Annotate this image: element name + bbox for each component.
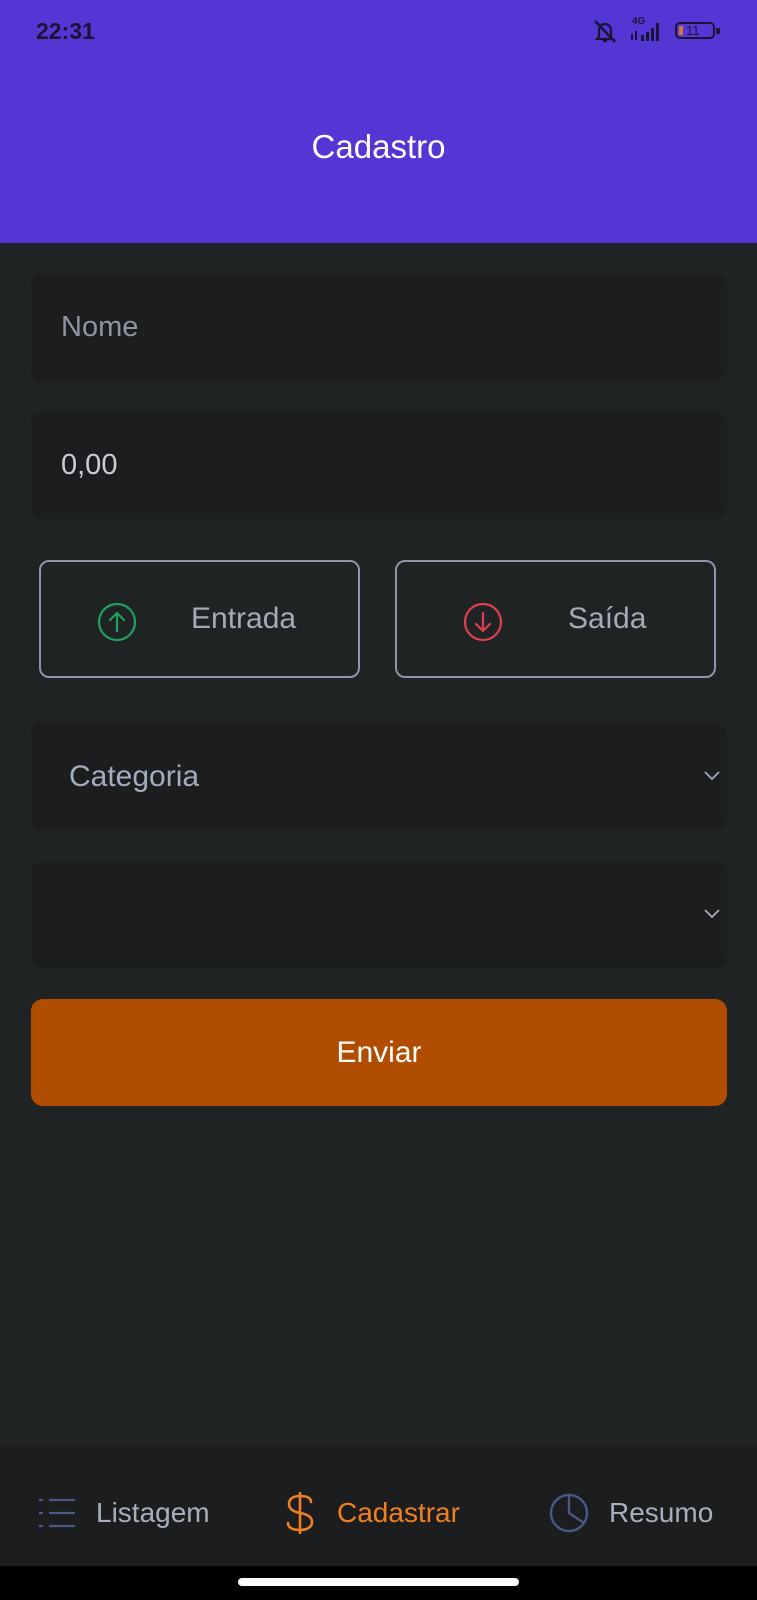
chevron-down-icon <box>704 771 720 781</box>
dollar-icon <box>286 1492 314 1534</box>
nav-label-cadastrar: Cadastrar <box>337 1497 460 1528</box>
nav-item-resumo[interactable]: Resumo <box>549 1446 713 1580</box>
arrow-down-circle-icon <box>463 602 503 642</box>
chevron-down-icon <box>704 909 720 919</box>
name-field[interactable] <box>31 274 727 381</box>
amount-input[interactable] <box>61 412 661 519</box>
category-select-label: Categoria <box>69 760 200 793</box>
status-icons: 4G 11 <box>591 16 723 44</box>
page-title: Cadastro <box>311 128 446 165</box>
nav-item-listagem[interactable]: Listagem <box>38 1446 210 1580</box>
secondary-select[interactable] <box>31 861 727 968</box>
app-header: 22:31 4G 11 Cadastro <box>0 0 757 243</box>
status-time: 22:31 <box>36 18 95 44</box>
category-select[interactable]: Categoria <box>31 723 727 830</box>
battery-icon: 11 <box>675 20 723 42</box>
submit-button[interactable]: Enviar <box>31 999 727 1106</box>
nav-label-resumo: Resumo <box>609 1497 714 1528</box>
notifications-off-icon <box>594 20 616 43</box>
nav-item-cadastrar[interactable]: Cadastrar <box>283 1446 460 1580</box>
income-button[interactable]: Entrada <box>39 560 360 678</box>
amount-field[interactable] <box>31 412 727 519</box>
name-input[interactable] <box>61 274 661 381</box>
pie-chart-icon <box>549 1493 589 1533</box>
income-label: Entrada <box>191 602 297 635</box>
expense-label: Saída <box>568 602 647 635</box>
nav-label-listagem: Listagem <box>96 1497 210 1528</box>
signal-icon: 4G <box>629 16 665 44</box>
battery-level: 11 <box>686 23 700 38</box>
expense-button[interactable]: Saída <box>395 560 716 678</box>
home-indicator[interactable] <box>238 1578 519 1586</box>
arrow-up-circle-icon <box>97 602 137 642</box>
list-icon <box>39 1498 75 1528</box>
